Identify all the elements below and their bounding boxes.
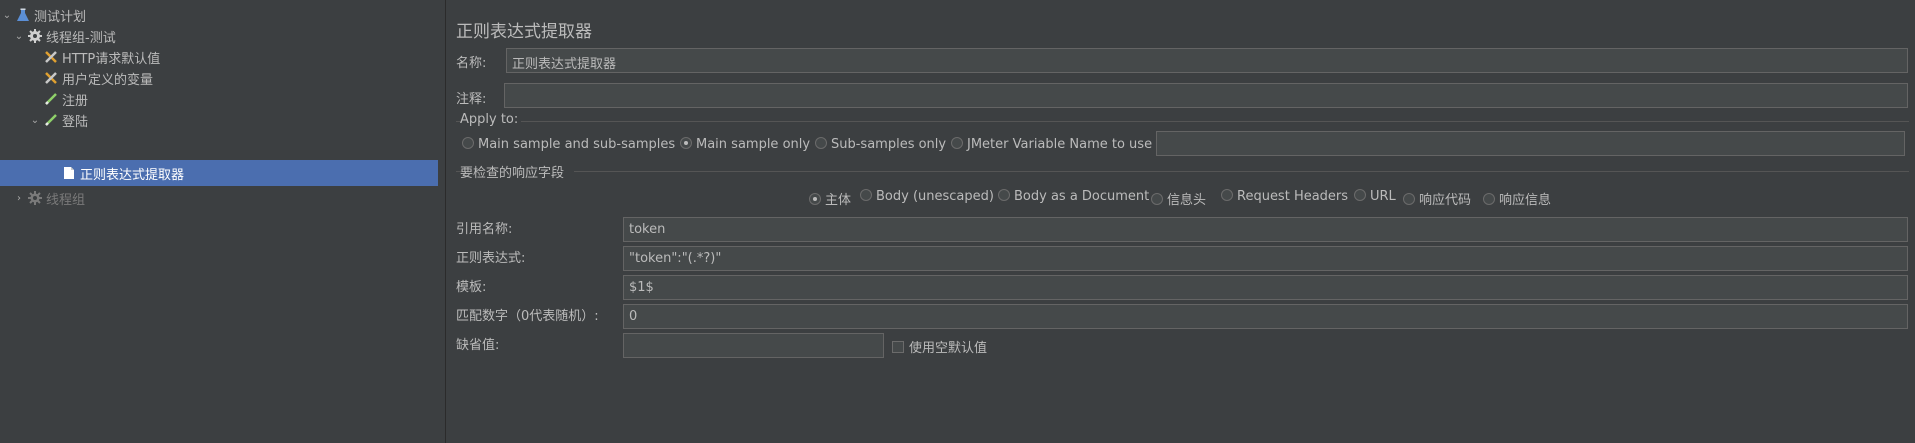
radio-circle-checked bbox=[809, 193, 821, 205]
match-number-label: 匹配数字（0代表随机）: bbox=[456, 309, 599, 324]
chevron-right-icon[interactable]: › bbox=[12, 193, 26, 204]
chevron-down-icon[interactable]: ⌄ bbox=[28, 115, 42, 126]
template-field[interactable]: $1$ bbox=[623, 275, 1908, 300]
tree-item-label: 正则表达式提取器 bbox=[80, 167, 185, 183]
radio-label: 响应代码 bbox=[1419, 193, 1472, 208]
document-icon bbox=[60, 164, 78, 182]
wrench-icon bbox=[42, 69, 60, 87]
name-field[interactable]: 正则表达式提取器 bbox=[506, 48, 1908, 73]
radio-label: URL bbox=[1370, 189, 1396, 204]
radio-label: Sub-samples only bbox=[831, 137, 947, 152]
tree-item-login[interactable]: ⌄ 登陆 bbox=[0, 107, 438, 133]
gear-icon bbox=[26, 27, 44, 45]
tree-item-label: 线程组-测试 bbox=[46, 30, 116, 46]
reference-name-label: 引用名称: bbox=[456, 222, 513, 237]
radio-circle bbox=[951, 137, 963, 149]
radio-main-only[interactable]: Main sample only bbox=[680, 137, 810, 152]
tree-item-thread-group[interactable]: › 线程组 bbox=[0, 185, 438, 211]
radio-circle bbox=[1403, 193, 1415, 205]
radio-body-document[interactable]: Body as a Document bbox=[998, 189, 1149, 204]
radio-label: Request Headers bbox=[1237, 189, 1349, 204]
radio-response-code[interactable]: 响应代码 bbox=[1403, 189, 1471, 208]
chevron-down-icon[interactable]: ⌄ bbox=[12, 31, 26, 42]
test-plan-tree[interactable]: ⌄ 测试计划 ⌄ 线程组-测试 HTTP请求默认值 用户定义的变量 注册 ⌄ 登… bbox=[0, 0, 438, 443]
tree-item-label: 测试计划 bbox=[34, 9, 87, 25]
radio-circle bbox=[1151, 193, 1163, 205]
radio-label: 信息头 bbox=[1167, 193, 1207, 208]
template-label: 模板: bbox=[456, 280, 487, 295]
use-empty-default-checkbox[interactable]: 使用空默认值 bbox=[892, 337, 987, 356]
radio-body-unescaped[interactable]: Body (unescaped) bbox=[860, 189, 994, 204]
checkbox-label: 使用空默认值 bbox=[909, 341, 988, 356]
tree-item-label: 用户定义的变量 bbox=[62, 72, 154, 88]
radio-response-message[interactable]: 响应信息 bbox=[1483, 189, 1551, 208]
regex-label: 正则表达式: bbox=[456, 251, 526, 266]
default-value-field[interactable] bbox=[623, 333, 884, 358]
chevron-down-icon[interactable]: ⌄ bbox=[0, 10, 14, 21]
group-border bbox=[521, 121, 1909, 122]
match-number-field[interactable]: 0 bbox=[623, 304, 1908, 329]
radio-circle bbox=[462, 137, 474, 149]
checkbox-box bbox=[892, 341, 904, 353]
radio-circle bbox=[860, 189, 872, 201]
radio-request-headers[interactable]: Request Headers bbox=[1221, 189, 1348, 204]
page-title: 正则表达式提取器 bbox=[456, 22, 592, 42]
radio-circle bbox=[998, 189, 1010, 201]
radio-body[interactable]: 主体 bbox=[809, 189, 851, 208]
tree-item-label: 线程组 bbox=[46, 192, 86, 208]
radio-circle-checked bbox=[680, 137, 692, 149]
gear-icon bbox=[26, 189, 44, 207]
apply-to-label: Apply to: bbox=[460, 112, 519, 127]
regex-extractor-panel: 正则表达式提取器 名称: 正则表达式提取器 注释: Apply to: Main… bbox=[447, 0, 1915, 443]
radio-label: 响应信息 bbox=[1499, 193, 1552, 208]
radio-label: Body (unescaped) bbox=[876, 189, 994, 204]
tree-item-label: HTTP请求默认值 bbox=[62, 51, 161, 67]
comment-field[interactable] bbox=[504, 83, 1908, 108]
wrench-icon bbox=[42, 48, 60, 66]
default-value-label: 缺省值: bbox=[456, 338, 500, 353]
radio-url[interactable]: URL bbox=[1354, 189, 1396, 204]
radio-circle bbox=[1483, 193, 1495, 205]
radio-sub-only[interactable]: Sub-samples only bbox=[815, 137, 946, 152]
radio-label: 主体 bbox=[825, 193, 852, 208]
name-label: 名称: bbox=[456, 56, 487, 71]
radio-circle bbox=[815, 137, 827, 149]
regex-field[interactable]: "token":"(.*?)" bbox=[623, 246, 1908, 271]
tree-item-regex-extractor[interactable]: 正则表达式提取器 bbox=[0, 160, 438, 186]
radio-headers[interactable]: 信息头 bbox=[1151, 189, 1206, 208]
tree-item-label: 注册 bbox=[62, 93, 89, 109]
pencil-icon bbox=[42, 111, 60, 129]
radio-circle bbox=[1354, 189, 1366, 201]
radio-circle bbox=[1221, 189, 1233, 201]
radio-label: Main sample only bbox=[696, 137, 811, 152]
radio-jmeter-var[interactable]: JMeter Variable Name to use bbox=[951, 137, 1152, 152]
comment-label: 注释: bbox=[456, 92, 487, 107]
flask-icon bbox=[14, 6, 32, 24]
radio-main-and-sub[interactable]: Main sample and sub-samples bbox=[462, 137, 675, 152]
reference-name-field[interactable]: token bbox=[623, 217, 1908, 242]
group-border bbox=[574, 171, 1909, 172]
jmeter-variable-field[interactable] bbox=[1156, 131, 1905, 156]
radio-label: Body as a Document bbox=[1014, 189, 1150, 204]
field-to-check-label: 要检查的响应字段 bbox=[460, 166, 565, 181]
radio-label: JMeter Variable Name to use bbox=[967, 137, 1153, 152]
panel-splitter[interactable] bbox=[438, 0, 446, 443]
radio-label: Main sample and sub-samples bbox=[478, 137, 676, 152]
tree-item-label: 登陆 bbox=[62, 114, 89, 130]
pencil-icon bbox=[42, 90, 60, 108]
